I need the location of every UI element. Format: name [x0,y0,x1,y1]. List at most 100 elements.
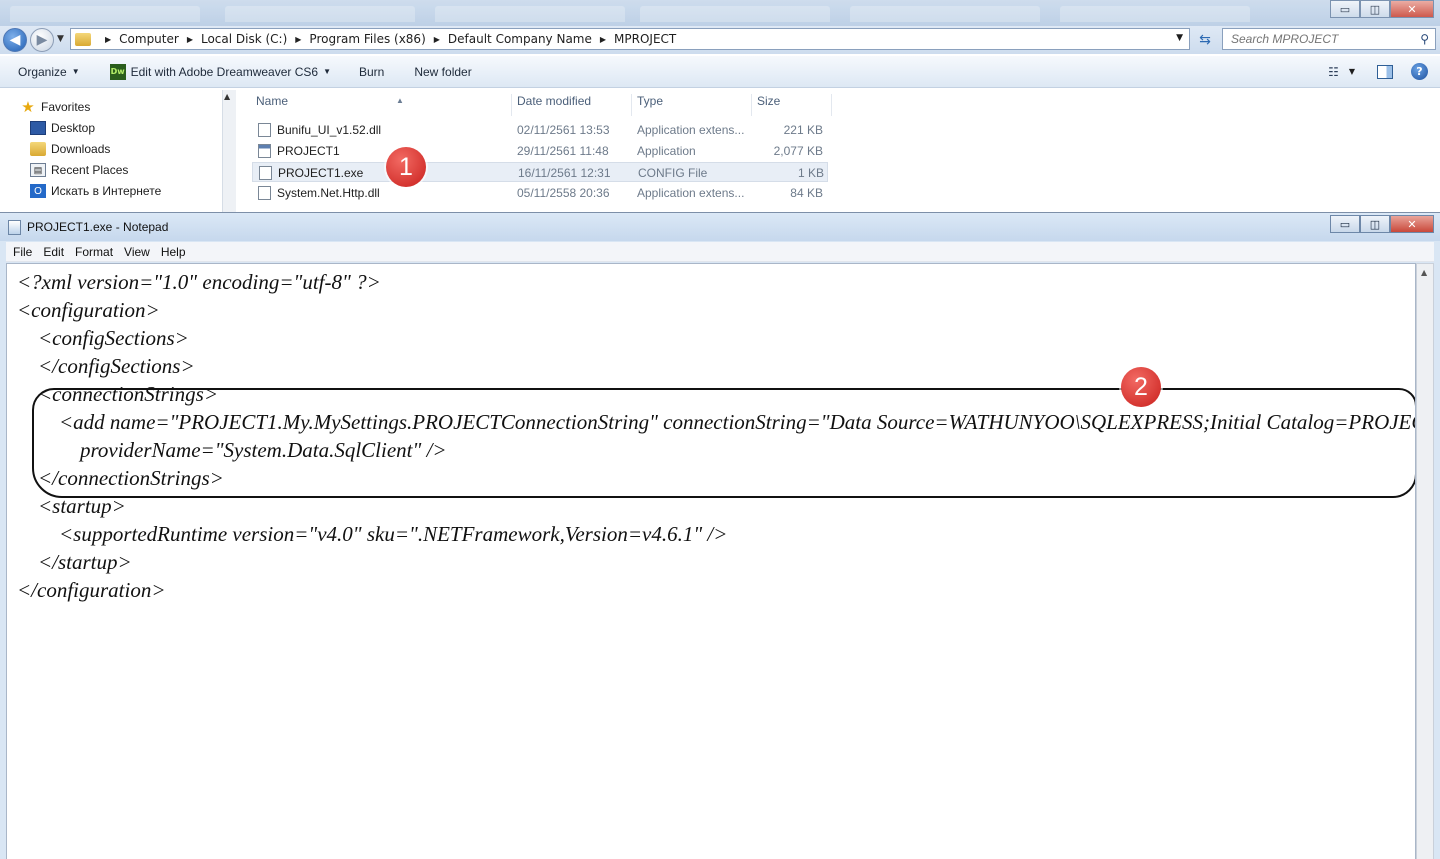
help-icon[interactable]: ? [1411,63,1428,80]
code-line: providerName="System.Data.SqlClient" /> [17,438,447,462]
downloads-folder-icon [30,142,46,156]
desktop-icon [30,121,46,135]
menu-edit[interactable]: Edit [43,245,64,259]
address-bar[interactable]: ▶ Computer ▶ Local Disk (C:) ▶ Program F… [70,28,1190,50]
column-header-label: Name [256,94,289,108]
dreamweaver-button[interactable]: Dw Edit with Adobe Dreamweaver CS6 ▼ [109,63,331,80]
file-date: 05/11/2558 20:36 [517,186,610,200]
chevron-down-icon: ▼ [71,67,80,76]
file-type: Application extens... [637,123,745,137]
notepad-window: PROJECT1.exe - Notepad ▭ ◫ ✕ File Edit F… [0,212,1440,859]
ghost-tab [10,6,200,22]
dll-file-icon [258,123,271,137]
column-header-name[interactable]: Name ▲ [256,94,512,116]
search-icon[interactable]: ⚲ [1420,32,1429,46]
minimize-button[interactable]: ▭ [1330,215,1360,233]
notepad-title-bar[interactable]: PROJECT1.exe - Notepad ▭ ◫ ✕ [0,213,1440,241]
folder-icon [75,32,91,46]
close-button[interactable]: ✕ [1390,215,1434,233]
toolbar-right-group: ☷ ▼ ? [1328,63,1428,80]
file-row[interactable]: System.Net.Http.dll 05/11/2558 20:36 App… [252,183,828,203]
breadcrumb-mproject[interactable]: MPROJECT [614,32,676,46]
organize-button[interactable]: Organize ▼ [18,65,80,79]
minimize-button[interactable]: ▭ [1330,0,1360,18]
back-arrow-icon: ◀ [9,32,21,48]
ghost-tab [435,6,625,22]
vertical-scrollbar[interactable]: ▲ [1416,263,1434,859]
search-input[interactable] [1231,32,1411,46]
code-line: <supportedRuntime version="v4.0" sku=".N… [17,522,728,546]
breadcrumb-program-files[interactable]: Program Files (x86) [309,32,425,46]
file-size: 84 KB [790,186,823,200]
new-folder-label: New folder [414,64,472,79]
file-name: PROJECT1.exe [278,166,364,180]
web-search-icon: O [30,184,46,198]
column-header-size[interactable]: Size [757,94,832,116]
config-file-icon [259,166,272,180]
breadcrumb-computer[interactable]: Computer [119,32,179,46]
ghost-tab [225,6,415,22]
nav-item-web-search[interactable]: O Искать в Интернете [30,184,161,198]
new-folder-button[interactable]: New folder [414,65,471,79]
file-row-selected[interactable]: PROJECT1.exe 16/11/2561 12:31 CONFIG Fil… [252,162,828,182]
ghost-tab [640,6,830,22]
menu-help[interactable]: Help [161,245,186,259]
code-line: <configuration> [17,298,160,322]
breadcrumb-local-disk[interactable]: Local Disk (C:) [201,32,287,46]
column-header-type[interactable]: Type [637,94,752,116]
breadcrumb-separator-icon: ▶ [186,34,193,44]
nav-item-favorites[interactable]: ★ Favorites [20,99,91,116]
recent-pages-dropdown[interactable]: ▼ [57,34,64,44]
nav-item-desktop[interactable]: Desktop [30,121,95,135]
breadcrumb-separator-icon: ▶ [105,34,112,44]
navigation-scrollbar[interactable]: ▲ [222,90,236,212]
nav-item-recent-places[interactable]: ▤ Recent Places [30,163,128,177]
file-row[interactable]: PROJECT1 29/11/2561 11:48 Application 2,… [252,141,828,161]
chevron-down-icon[interactable]: ▼ [1349,67,1355,76]
nav-item-downloads[interactable]: Downloads [30,142,110,156]
address-history-chevron-down-icon[interactable]: ▼ [1176,33,1183,43]
nav-item-label: Favorites [41,100,91,114]
breadcrumb-separator-icon: ▶ [599,34,607,44]
column-header-label: Size [757,94,781,108]
column-header-date[interactable]: Date modified [517,94,632,116]
column-header-label: Date modified [517,94,592,108]
menu-format[interactable]: Format [75,245,113,259]
command-toolbar: Organize ▼ Dw Edit with Adobe Dreamweaver… [0,56,1440,88]
scroll-up-arrow-icon[interactable]: ▲ [224,92,230,101]
back-button[interactable]: ◀ [3,28,27,52]
code-line: </configSections> [17,354,195,378]
preview-pane-icon[interactable] [1377,64,1393,79]
change-view-icon[interactable]: ☷ [1328,65,1339,79]
maximize-button[interactable]: ◫ [1360,215,1390,233]
search-box[interactable]: ⚲ [1222,28,1436,50]
forward-button[interactable]: ▶ [30,28,54,52]
code-line: </configuration> [17,578,166,602]
ghost-tab [850,6,1040,22]
maximize-button[interactable]: ◫ [1360,0,1390,18]
file-name: Bunifu_UI_v1.52.dll [277,123,382,137]
organize-label: Organize [18,64,67,79]
navigation-pane: ★ Favorites Desktop Downloads ▤ Recent P… [0,90,222,210]
callout-badge-1: 1 [386,147,426,187]
star-icon: ★ [21,99,35,116]
menu-view[interactable]: View [124,245,150,259]
file-size: 1 KB [797,166,824,180]
forward-arrow-icon: ▶ [36,32,48,48]
scroll-up-arrow-icon[interactable]: ▲ [1421,268,1427,277]
breadcrumb-separator-icon: ▶ [433,34,440,44]
code-line: </connectionStrings> [17,466,224,490]
recent-places-icon: ▤ [30,163,46,177]
text-editor-area[interactable]: <?xml version="1.0" encoding="utf-8" ?> … [6,263,1416,859]
code-line: <configSections> [17,326,189,350]
close-button[interactable]: ✕ [1390,0,1434,18]
menu-file[interactable]: File [13,245,32,259]
burn-button[interactable]: Burn [359,65,384,79]
refresh-button[interactable]: ⇆ [1193,29,1217,51]
notepad-window-controls: ▭ ◫ ✕ [1330,215,1434,233]
file-row[interactable]: Bunifu_UI_v1.52.dll 02/11/2561 13:53 App… [252,120,828,140]
nav-item-label: Искать в Интернете [51,184,162,198]
file-name: System.Net.Http.dll [277,186,380,200]
dreamweaver-label: Edit with Adobe Dreamweaver CS6 [130,64,319,79]
breadcrumb-default-company[interactable]: Default Company Name [448,32,592,46]
